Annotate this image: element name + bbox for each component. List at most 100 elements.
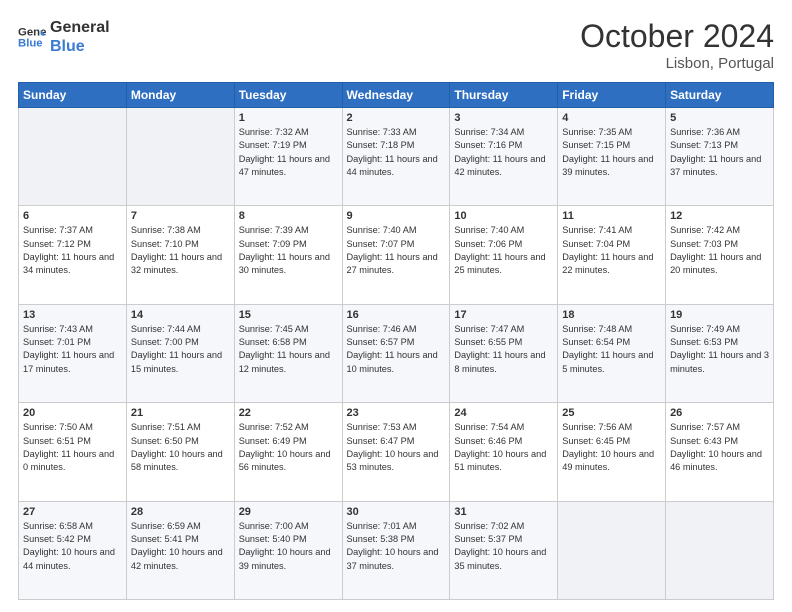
logo-text-blue: Blue [50, 37, 110, 56]
cell-content: Sunrise: 7:01 AM Sunset: 5:38 PM Dayligh… [347, 520, 446, 573]
calendar-cell: 12 Sunrise: 7:42 AM Sunset: 7:03 PM Dayli… [666, 206, 774, 304]
day-number: 30 [347, 506, 446, 518]
cell-content: Sunrise: 7:49 AM Sunset: 6:53 PM Dayligh… [670, 323, 769, 376]
cell-content: Sunrise: 7:46 AM Sunset: 6:57 PM Dayligh… [347, 323, 446, 376]
calendar-cell: 24Sunrise: 7:54 AM Sunset: 6:46 PM Dayli… [450, 403, 558, 501]
calendar-cell: 20 Sunrise: 7:50 AM Sunset: 6:51 PM Dayli… [19, 403, 127, 501]
cell-content: Sunrise: 7:36 AM Sunset: 7:13 PM Dayligh… [670, 126, 769, 179]
cell-content: Sunrise: 6:58 AM Sunset: 5:42 PM Dayligh… [23, 520, 122, 573]
svg-text:Blue: Blue [18, 38, 43, 50]
day-header-sunday: Sunday [19, 83, 127, 108]
day-header-wednesday: Wednesday [342, 83, 450, 108]
calendar-week-5: 27 Sunrise: 6:58 AM Sunset: 5:42 PM Dayli… [19, 501, 774, 599]
calendar-cell: 6 Sunrise: 7:37 AM Sunset: 7:12 PM Daylig… [19, 206, 127, 304]
calendar-cell: 29 Sunrise: 7:00 AM Sunset: 5:40 PM Dayli… [234, 501, 342, 599]
calendar-cell: 15Sunrise: 7:45 AM Sunset: 6:58 PM Dayli… [234, 304, 342, 402]
calendar-cell: 31 Sunrise: 7:02 AM Sunset: 5:37 PM Dayli… [450, 501, 558, 599]
day-number: 22 [239, 407, 338, 419]
calendar-cell: 28 Sunrise: 6:59 AM Sunset: 5:41 PM Dayli… [126, 501, 234, 599]
page: General Blue General Blue October 2024 L… [0, 0, 792, 612]
cell-content: Sunrise: 7:38 AM Sunset: 7:10 PM Dayligh… [131, 224, 230, 277]
calendar-cell: 10Sunrise: 7:40 AM Sunset: 7:06 PM Dayli… [450, 206, 558, 304]
calendar-cell: 30 Sunrise: 7:01 AM Sunset: 5:38 PM Dayli… [342, 501, 450, 599]
calendar-cell: 17 Sunrise: 7:47 AM Sunset: 6:55 PM Dayli… [450, 304, 558, 402]
calendar-cell: 25 Sunrise: 7:56 AM Sunset: 6:45 PM Dayli… [558, 403, 666, 501]
calendar-cell: 18 Sunrise: 7:48 AM Sunset: 6:54 PM Dayli… [558, 304, 666, 402]
day-number: 17 [454, 309, 553, 321]
day-number: 18 [562, 309, 661, 321]
cell-content: Sunrise: 7:39 AM Sunset: 7:09 PM Dayligh… [239, 224, 338, 277]
cell-content: Sunrise: 7:40 AM Sunset: 7:06 PM Dayligh… [454, 224, 553, 277]
day-number: 29 [239, 506, 338, 518]
calendar-week-1: 1Sunrise: 7:32 AM Sunset: 7:19 PM Daylig… [19, 108, 774, 206]
cell-content: Sunrise: 7:41 AM Sunset: 7:04 PM Dayligh… [562, 224, 661, 277]
day-number: 13 [23, 309, 122, 321]
calendar-cell: 2 Sunrise: 7:33 AM Sunset: 7:18 PM Daylig… [342, 108, 450, 206]
calendar-cell: 16Sunrise: 7:46 AM Sunset: 6:57 PM Dayli… [342, 304, 450, 402]
day-number: 11 [562, 210, 661, 222]
day-number: 9 [347, 210, 446, 222]
day-number: 26 [670, 407, 769, 419]
logo: General Blue General Blue [18, 18, 110, 56]
calendar-cell: 27 Sunrise: 6:58 AM Sunset: 5:42 PM Dayli… [19, 501, 127, 599]
cell-content: Sunrise: 7:00 AM Sunset: 5:40 PM Dayligh… [239, 520, 338, 573]
cell-content: Sunrise: 7:56 AM Sunset: 6:45 PM Dayligh… [562, 421, 661, 474]
day-number: 25 [562, 407, 661, 419]
day-number: 4 [562, 112, 661, 124]
cell-content: Sunrise: 7:50 AM Sunset: 6:51 PM Dayligh… [23, 421, 122, 474]
day-header-tuesday: Tuesday [234, 83, 342, 108]
day-header-monday: Monday [126, 83, 234, 108]
day-number: 2 [347, 112, 446, 124]
cell-content: Sunrise: 7:57 AM Sunset: 6:43 PM Dayligh… [670, 421, 769, 474]
cell-content: Sunrise: 7:02 AM Sunset: 5:37 PM Dayligh… [454, 520, 553, 573]
cell-content: Sunrise: 7:32 AM Sunset: 7:19 PM Dayligh… [239, 126, 338, 179]
calendar-cell [558, 501, 666, 599]
month-title: October 2024 [580, 18, 774, 55]
cell-content: Sunrise: 7:42 AM Sunset: 7:03 PM Dayligh… [670, 224, 769, 277]
day-number: 7 [131, 210, 230, 222]
calendar-week-2: 6 Sunrise: 7:37 AM Sunset: 7:12 PM Daylig… [19, 206, 774, 304]
cell-content: Sunrise: 7:33 AM Sunset: 7:18 PM Dayligh… [347, 126, 446, 179]
header: General Blue General Blue October 2024 L… [18, 18, 774, 72]
cell-content: Sunrise: 7:35 AM Sunset: 7:15 PM Dayligh… [562, 126, 661, 179]
day-number: 28 [131, 506, 230, 518]
day-number: 20 [23, 407, 122, 419]
day-number: 12 [670, 210, 769, 222]
calendar-cell: 3Sunrise: 7:34 AM Sunset: 7:16 PM Daylig… [450, 108, 558, 206]
cell-content: Sunrise: 7:45 AM Sunset: 6:58 PM Dayligh… [239, 323, 338, 376]
calendar-cell: 13 Sunrise: 7:43 AM Sunset: 7:01 PM Dayli… [19, 304, 127, 402]
calendar-cell [19, 108, 127, 206]
day-number: 5 [670, 112, 769, 124]
calendar-header-row: SundayMondayTuesdayWednesdayThursdayFrid… [19, 83, 774, 108]
day-number: 8 [239, 210, 338, 222]
calendar-week-3: 13 Sunrise: 7:43 AM Sunset: 7:01 PM Dayli… [19, 304, 774, 402]
day-number: 14 [131, 309, 230, 321]
cell-content: Sunrise: 7:37 AM Sunset: 7:12 PM Dayligh… [23, 224, 122, 277]
day-number: 31 [454, 506, 553, 518]
calendar-cell [666, 501, 774, 599]
cell-content: Sunrise: 7:43 AM Sunset: 7:01 PM Dayligh… [23, 323, 122, 376]
day-number: 6 [23, 210, 122, 222]
calendar-cell: 14 Sunrise: 7:44 AM Sunset: 7:00 PM Dayli… [126, 304, 234, 402]
calendar-cell: 4 Sunrise: 7:35 AM Sunset: 7:15 PM Daylig… [558, 108, 666, 206]
location: Lisbon, Portugal [580, 55, 774, 72]
cell-content: Sunrise: 7:40 AM Sunset: 7:07 PM Dayligh… [347, 224, 446, 277]
calendar-cell: 21Sunrise: 7:51 AM Sunset: 6:50 PM Dayli… [126, 403, 234, 501]
calendar-week-4: 20 Sunrise: 7:50 AM Sunset: 6:51 PM Dayli… [19, 403, 774, 501]
logo-icon: General Blue [18, 23, 46, 51]
calendar-cell: 23Sunrise: 7:53 AM Sunset: 6:47 PM Dayli… [342, 403, 450, 501]
calendar-table: SundayMondayTuesdayWednesdayThursdayFrid… [18, 82, 774, 600]
cell-content: Sunrise: 7:48 AM Sunset: 6:54 PM Dayligh… [562, 323, 661, 376]
cell-content: Sunrise: 6:59 AM Sunset: 5:41 PM Dayligh… [131, 520, 230, 573]
cell-content: Sunrise: 7:44 AM Sunset: 7:00 PM Dayligh… [131, 323, 230, 376]
cell-content: Sunrise: 7:47 AM Sunset: 6:55 PM Dayligh… [454, 323, 553, 376]
day-number: 19 [670, 309, 769, 321]
cell-content: Sunrise: 7:52 AM Sunset: 6:49 PM Dayligh… [239, 421, 338, 474]
cell-content: Sunrise: 7:53 AM Sunset: 6:47 PM Dayligh… [347, 421, 446, 474]
title-block: October 2024 Lisbon, Portugal [580, 18, 774, 72]
day-header-saturday: Saturday [666, 83, 774, 108]
calendar-cell: 19 Sunrise: 7:49 AM Sunset: 6:53 PM Dayli… [666, 304, 774, 402]
day-number: 27 [23, 506, 122, 518]
day-header-thursday: Thursday [450, 83, 558, 108]
logo-text-general: General [50, 18, 110, 37]
